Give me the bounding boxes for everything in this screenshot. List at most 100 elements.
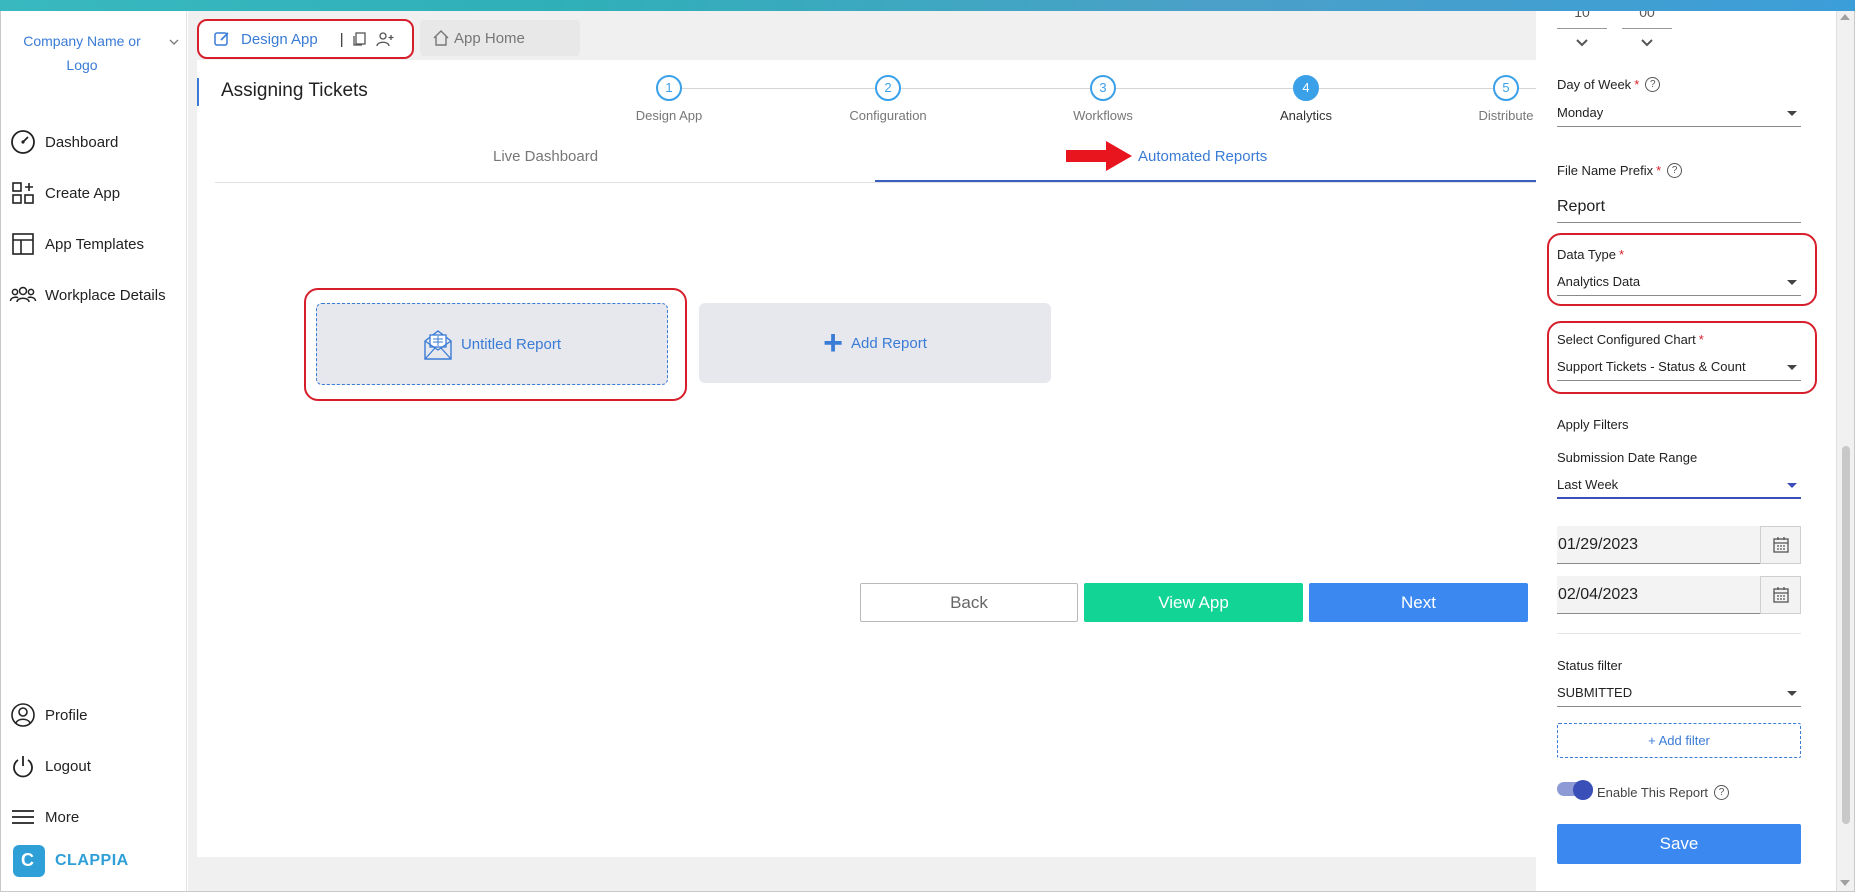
- company-name[interactable]: Company Name or Logo: [13, 29, 151, 77]
- field-label-text: Day of Week: [1557, 77, 1632, 92]
- calendar-button[interactable]: [1760, 576, 1801, 614]
- toggle-label-text: Enable This Report: [1597, 785, 1709, 800]
- page-title: Assigning Tickets: [197, 78, 368, 106]
- menu-icon: [12, 810, 34, 824]
- add-report-label: Add Report: [850, 334, 927, 352]
- step-label: Workflows: [1073, 108, 1133, 123]
- step-number: 3: [1090, 75, 1116, 101]
- edit-icon: [214, 32, 229, 46]
- status-filter-select[interactable]: SUBMITTED: [1557, 681, 1801, 707]
- step-label: Configuration: [849, 108, 927, 123]
- select-value: SUBMITTED: [1557, 685, 1633, 700]
- date-from-input[interactable]: 01/29/2023: [1557, 526, 1761, 564]
- plus-icon: +: [823, 324, 843, 362]
- tab-app-home[interactable]: App Home: [420, 20, 580, 56]
- file-prefix-input[interactable]: Report: [1557, 191, 1801, 223]
- tab-design-app[interactable]: Design App |: [197, 19, 414, 59]
- sidebar-item-label: More: [45, 808, 80, 826]
- add-filter-button[interactable]: + Add filter: [1557, 723, 1801, 758]
- configured-chart-label: Select Configured Chart *: [1557, 332, 1704, 347]
- tab-live-dashboard[interactable]: Live Dashboard: [493, 148, 598, 165]
- configured-chart-select[interactable]: Support Tickets - Status & Count: [1557, 355, 1801, 381]
- view-app-button[interactable]: View App: [1084, 583, 1303, 622]
- calendar-icon: [1772, 537, 1789, 553]
- apply-filters-heading: Apply Filters: [1557, 417, 1629, 432]
- caret-down-icon: [1787, 691, 1797, 696]
- add-report-button[interactable]: + Add Report: [699, 303, 1051, 383]
- home-icon: [433, 30, 449, 46]
- add-user-icon[interactable]: [375, 31, 394, 47]
- step-configuration[interactable]: 2 Configuration: [828, 75, 948, 123]
- select-value: Last Week: [1557, 477, 1619, 492]
- back-button[interactable]: Back: [860, 583, 1078, 622]
- date-to-input[interactable]: 02/04/2023: [1557, 576, 1761, 614]
- date-range-select[interactable]: Last Week: [1557, 473, 1801, 499]
- team-icon: [9, 286, 37, 303]
- required-mark: *: [1619, 247, 1625, 262]
- caret-down-icon: [1787, 111, 1797, 116]
- required-mark: *: [1698, 332, 1704, 347]
- help-icon[interactable]: ?: [1714, 785, 1730, 800]
- help-icon[interactable]: ?: [1667, 163, 1683, 178]
- chevron-down-icon[interactable]: [1640, 38, 1654, 48]
- tab-automated-reports[interactable]: Automated Reports: [1138, 148, 1267, 165]
- next-button[interactable]: Next: [1309, 583, 1528, 622]
- required-mark: *: [1634, 77, 1640, 92]
- sidebar-item-workplace-details[interactable]: Workplace Details: [9, 280, 166, 310]
- tab-divider: |: [339, 30, 344, 48]
- calendar-icon: [1772, 587, 1789, 603]
- report-card-untitled[interactable]: Untitled Report: [316, 303, 668, 385]
- logo-mark: [13, 845, 45, 877]
- copy-icon[interactable]: [352, 31, 368, 47]
- toggle-knob[interactable]: [1573, 780, 1593, 800]
- tab-label: App Home: [454, 29, 525, 47]
- data-type-select[interactable]: Analytics Data: [1557, 270, 1801, 296]
- top-accent-bar: [0, 0, 1855, 11]
- step-label: Design App: [635, 108, 703, 123]
- sidebar-item-more[interactable]: More: [9, 802, 79, 832]
- sidebar-item-label: Workplace Details: [45, 286, 166, 304]
- select-value: Monday: [1557, 105, 1604, 120]
- sidebar-item-profile[interactable]: Profile: [9, 700, 88, 730]
- calendar-button[interactable]: [1760, 526, 1801, 564]
- step-label: Analytics: [1279, 108, 1333, 123]
- sidebar-item-dashboard[interactable]: Dashboard: [9, 127, 118, 157]
- day-of-week-select[interactable]: Monday: [1557, 101, 1801, 127]
- field-label-text: File Name Prefix: [1557, 163, 1654, 178]
- field-label-text: Data Type: [1557, 247, 1617, 262]
- clappia-logo: CLAPPIA: [13, 845, 129, 877]
- step-number: 4: [1293, 75, 1319, 101]
- tab-label: Design App: [241, 30, 318, 48]
- date-from-row: 01/29/2023: [1557, 526, 1801, 564]
- step-number: 2: [875, 75, 901, 101]
- report-envelope-icon: [424, 330, 452, 360]
- grid-plus-icon: [12, 182, 34, 204]
- template-icon: [12, 233, 34, 255]
- minute-field[interactable]: 00: [1622, 11, 1672, 29]
- help-icon[interactable]: ?: [1645, 77, 1661, 92]
- caret-down-icon: [1787, 365, 1797, 370]
- sidebar-item-app-templates[interactable]: App Templates: [9, 229, 144, 259]
- sidebar-item-label: Logout: [45, 757, 91, 775]
- file-prefix-label: File Name Prefix *?: [1557, 163, 1683, 178]
- field-label-text: Select Configured Chart: [1557, 332, 1696, 347]
- date-range-label: Submission Date Range: [1557, 450, 1698, 465]
- hour-field[interactable]: 10: [1557, 11, 1607, 29]
- step-analytics[interactable]: 4 Analytics: [1246, 75, 1366, 123]
- chevron-down-icon[interactable]: [167, 35, 181, 49]
- scroll-down-icon[interactable]: [1840, 880, 1850, 886]
- red-arrow-annotation: [1066, 141, 1132, 171]
- sidebar-item-label: Create App: [45, 184, 121, 202]
- user-circle-icon: [11, 703, 35, 727]
- save-button[interactable]: Save: [1557, 824, 1801, 864]
- sidebar-item-logout[interactable]: Logout: [9, 751, 91, 781]
- subtab-active-indicator: [875, 180, 1536, 182]
- chevron-down-icon[interactable]: [1575, 38, 1589, 48]
- sidebar-item-create-app[interactable]: Create App: [9, 178, 120, 208]
- scrollbar-thumb[interactable]: [1842, 446, 1850, 824]
- step-design-app[interactable]: 1 Design App: [609, 75, 729, 123]
- scroll-up-icon[interactable]: [1840, 14, 1850, 20]
- step-workflows[interactable]: 3 Workflows: [1043, 75, 1163, 123]
- enable-report-label: Enable This Report?: [1597, 785, 1730, 800]
- sidebar-item-label: Dashboard: [45, 133, 119, 151]
